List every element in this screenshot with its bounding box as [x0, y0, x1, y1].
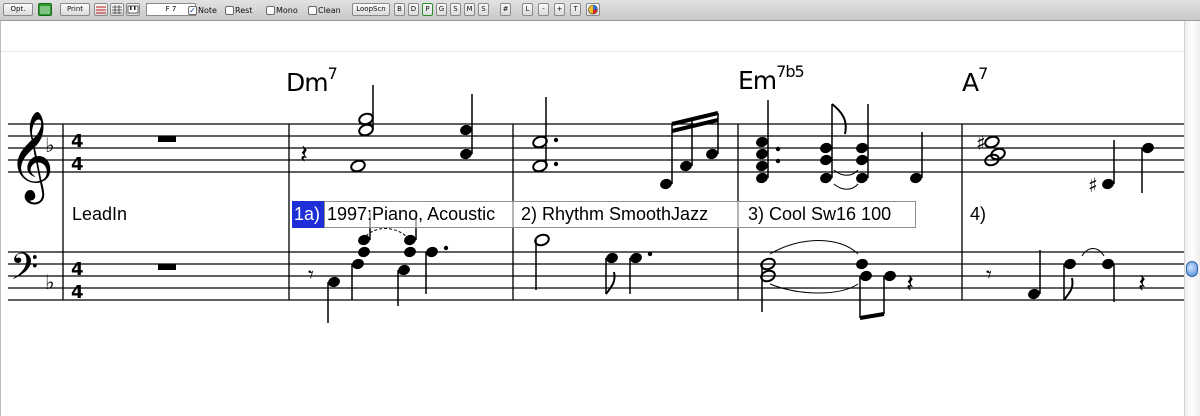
leadin-label[interactable]: LeadIn — [72, 204, 127, 225]
lyric-cursor[interactable]: 1a) — [292, 201, 324, 228]
bar2-lyric[interactable]: 2) Rhythm SmoothJazz — [521, 204, 708, 225]
scroll-thumb[interactable] — [1186, 261, 1198, 277]
svg-text:𝄾: 𝄾 — [986, 263, 992, 288]
svg-text:𝄾: 𝄾 — [308, 263, 314, 288]
svg-text:4: 4 — [71, 259, 84, 280]
svg-text:𝄽: 𝄽 — [1138, 269, 1146, 299]
bar3-lyric[interactable]: 3) Cool Sw16 100 — [748, 204, 891, 225]
svg-text:𝄞: 𝄞 — [8, 111, 54, 205]
svg-text:♭: ♭ — [45, 133, 54, 157]
svg-text:♭: ♭ — [45, 270, 54, 294]
bar4-lyric[interactable]: 4) — [970, 204, 986, 225]
svg-text:𝄢: 𝄢 — [10, 246, 38, 297]
svg-text:4: 4 — [71, 282, 84, 303]
svg-text:♯: ♯ — [1088, 173, 1098, 197]
bar1-lyric[interactable]: 1997:Piano, Acoustic — [327, 204, 495, 225]
svg-text:4: 4 — [71, 131, 84, 152]
svg-text:4: 4 — [71, 154, 84, 175]
svg-text:𝄽: 𝄽 — [300, 140, 308, 170]
vertical-scrollbar[interactable] — [1184, 21, 1200, 416]
svg-text:𝄽: 𝄽 — [906, 269, 914, 299]
